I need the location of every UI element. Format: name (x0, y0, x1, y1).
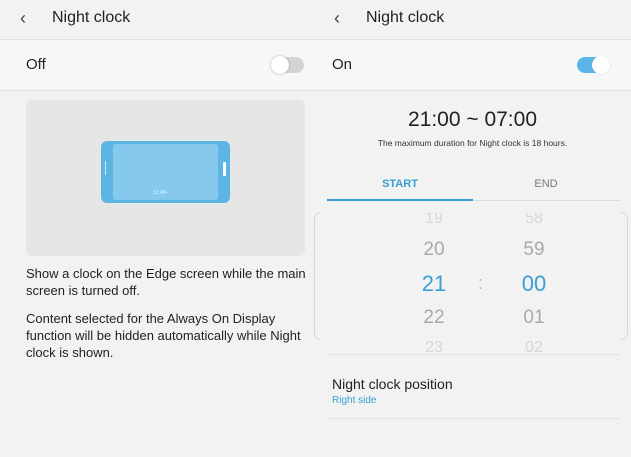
preview-clock-text: 12:45• (153, 190, 168, 196)
app-bar: ‹ Night clock (0, 0, 314, 38)
page-title: Night clock (52, 9, 131, 26)
app-bar: ‹ Night clock (314, 0, 631, 38)
time-picker[interactable]: 19 20 21 22 23 : 58 59 00 01 02 (327, 213, 620, 355)
minute-option[interactable]: 02 (504, 339, 564, 354)
position-value: Right side (332, 395, 377, 406)
max-duration-note: The maximum duration for Night clock is … (377, 138, 568, 148)
description-text-1: Show a clock on the Edge screen while th… (26, 266, 306, 298)
toggle-label: On (332, 56, 353, 73)
tab-end[interactable]: END (473, 178, 619, 190)
position-title: Night clock position (332, 376, 453, 392)
toggle-label: Off (26, 56, 46, 73)
minute-option[interactable]: 01 (504, 307, 564, 329)
night-clock-toggle-row[interactable]: On (314, 39, 631, 91)
back-chevron-icon[interactable]: ‹ (20, 8, 40, 28)
minute-selected[interactable]: 00 (504, 271, 564, 297)
right-panel: ‹ Night clock On 21:00 ~ 07:00 The maxim… (314, 0, 631, 457)
night-clock-switch[interactable] (271, 56, 304, 74)
hour-option[interactable]: 19 (404, 213, 464, 228)
active-tab-indicator (327, 199, 473, 201)
switch-knob (592, 56, 610, 74)
picker-bracket-right (621, 212, 628, 340)
night-clock-toggle-row[interactable]: Off (0, 39, 314, 91)
left-panel: ‹ Night clock Off 12:45• Show a clock on… (0, 0, 314, 457)
hour-selected[interactable]: 21 (404, 271, 464, 297)
minute-option[interactable]: 59 (504, 239, 564, 261)
edge-preview-image: 12:45• (26, 100, 305, 256)
hour-option[interactable]: 20 (404, 239, 464, 261)
switch-knob (271, 56, 289, 74)
time-separator: : (478, 273, 484, 293)
phone-illustration: 12:45• (101, 141, 230, 203)
hour-option[interactable]: 23 (404, 339, 464, 354)
phone-edge-left (105, 161, 106, 175)
description-text-2: Content selected for the Always On Displ… (26, 311, 301, 360)
phone-edge-right-clock (223, 162, 226, 176)
back-chevron-icon[interactable]: ‹ (334, 8, 354, 28)
tab-start[interactable]: START (327, 178, 473, 190)
night-clock-switch[interactable] (577, 56, 610, 74)
time-range-display: 21:00 ~ 07:00 (407, 108, 538, 131)
picker-bracket-left (314, 212, 321, 340)
page-title: Night clock (366, 9, 445, 26)
night-clock-position-row[interactable]: Night clock position Right side (327, 366, 620, 419)
minute-option[interactable]: 58 (504, 213, 564, 228)
start-end-tabs: START END (327, 168, 620, 201)
hour-option[interactable]: 22 (404, 307, 464, 329)
